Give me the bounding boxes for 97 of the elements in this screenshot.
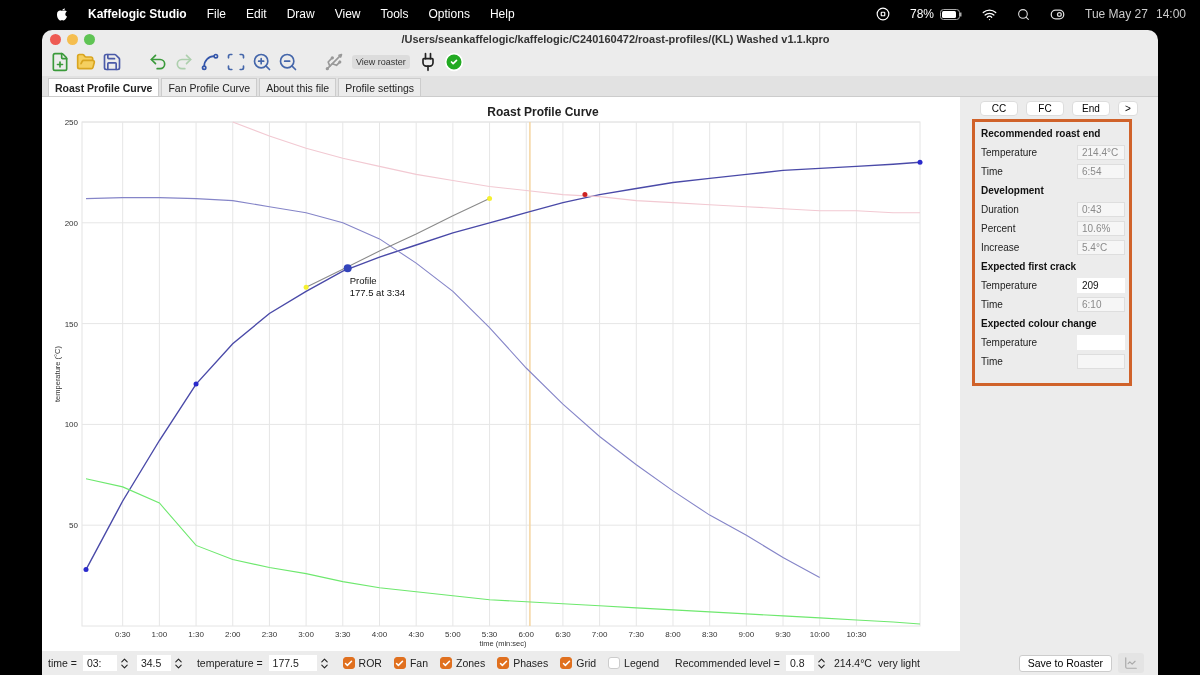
checkbox[interactable] (497, 657, 510, 669)
x-tick-label: 8:30 (701, 630, 718, 639)
checkbox[interactable] (393, 657, 406, 669)
x-tick-label: 7:30 (628, 630, 645, 639)
x-tick-label: 9:00 (738, 630, 755, 639)
section-heading: Recommended roast end (981, 127, 1102, 141)
menu-item[interactable]: Edit (246, 7, 267, 21)
menu-item[interactable]: Help (489, 7, 515, 21)
x-tick-label: 6:00 (518, 630, 534, 639)
x-tick-label: 3:30 (335, 630, 351, 639)
checkbox-label[interactable]: Grid (576, 657, 597, 669)
x-tick-label: 4:00 (371, 630, 388, 639)
save-to-roaster-button[interactable]: Save to Roaster (1018, 654, 1112, 672)
x-tick-label: 5:00 (445, 630, 461, 639)
temperature-field[interactable]: 177.5 (268, 655, 317, 671)
field-label: Duration (981, 204, 1019, 215)
value-field[interactable]: 209 (1077, 278, 1125, 293)
x-tick-label: 5:30 (481, 630, 498, 639)
chart-cursor-icon (1124, 656, 1138, 670)
x-tick-label: 8:00 (665, 630, 681, 639)
zoom-button[interactable] (84, 33, 95, 45)
close-button[interactable] (50, 33, 61, 45)
checkbox[interactable] (608, 657, 621, 669)
wifi-icon[interactable] (982, 6, 998, 22)
x-tick-label: 1:00 (151, 630, 168, 639)
checkbox-label[interactable]: Phases (513, 657, 549, 669)
tooltip-text: Profile (349, 275, 377, 287)
field-label: Temperature (981, 337, 1038, 348)
x-tick-label: 7:00 (591, 630, 608, 639)
checkbox-label[interactable]: Zones (456, 657, 486, 669)
marker-button[interactable]: > (1118, 101, 1138, 116)
field-label: Temperature (981, 280, 1038, 291)
checkbox-label[interactable]: Fan (409, 657, 428, 669)
menu-item[interactable]: Options (428, 7, 470, 21)
control-center-icon[interactable] (1050, 6, 1066, 22)
x-tick-label: 2:30 (261, 630, 278, 639)
x-tick-label: 9:30 (775, 630, 791, 639)
field-label: Increase (981, 242, 1020, 253)
stop-icon[interactable] (876, 7, 890, 21)
y-tick-label: 100 (64, 420, 78, 430)
x-tick-label: 10:30 (846, 630, 867, 639)
field-label: Time (981, 299, 1003, 310)
x-tick-label: 1:30 (188, 630, 204, 639)
minutes-field[interactable]: 03: (82, 655, 117, 671)
y-tick-label: 200 (64, 218, 78, 228)
menubar-clock: 14:00 (1155, 7, 1186, 21)
menubar-date: Tue May 27 (1085, 7, 1148, 21)
roast-colour: very light (877, 657, 920, 669)
menu-item[interactable]: File (206, 7, 226, 21)
section-heading: Development (981, 184, 1045, 198)
menu-item[interactable]: Draw (286, 7, 315, 21)
chart-cursor-button[interactable] (1118, 653, 1144, 673)
marker-button[interactable]: FC (1026, 101, 1064, 116)
section-heading: Expected colour change (981, 317, 1098, 331)
x-tick-label: 10:00 (809, 630, 830, 639)
tab[interactable]: Profile settings (338, 78, 422, 96)
field-label: Percent (981, 223, 1016, 234)
menu-item[interactable]: View (334, 7, 361, 21)
y-tick-label: 50 (69, 521, 78, 531)
marker-button[interactable]: CC (980, 101, 1018, 116)
value-field[interactable] (1077, 354, 1125, 369)
checkbox[interactable] (342, 657, 355, 669)
tab[interactable]: About this file (259, 78, 337, 96)
x-tick-label: 4:30 (408, 630, 424, 639)
x-tick-label: 2:00 (224, 630, 241, 639)
field-label: Time (981, 166, 1003, 177)
time-label: time = (48, 657, 77, 669)
level-temperature: 214.4°C (833, 657, 872, 669)
field-label: Temperature (981, 147, 1038, 158)
app-name[interactable]: Kaffelogic Studio (88, 7, 187, 21)
checkbox[interactable] (560, 657, 573, 669)
field-label: Time (981, 356, 1003, 367)
tab[interactable]: Fan Profile Curve (161, 78, 258, 96)
window-title: /Users/seankaffelogic/kaffelogic/C240160472/roast-profiles/(KL) Washed v1.1.kpro (400, 33, 831, 45)
checkbox[interactable] (440, 657, 452, 669)
battery-percent: 78% (910, 7, 935, 21)
search-icon[interactable] (1017, 7, 1031, 21)
seconds-field[interactable]: 34.5 (136, 655, 171, 671)
marker-button[interactable]: End (1072, 101, 1110, 116)
tab[interactable]: Roast Profile Curve (48, 78, 160, 96)
level-field[interactable]: 0.8 (785, 655, 814, 671)
checkbox-label[interactable]: Legend (624, 657, 660, 669)
battery-icon[interactable] (940, 8, 963, 20)
level-label: Recommended level = (675, 657, 780, 669)
checkbox-label[interactable]: ROR (358, 657, 382, 669)
temperature-label: temperature = (196, 657, 263, 669)
chart-title: Roast Profile Curve (487, 105, 599, 119)
tooltip-text: 177.5 at 3:34 (349, 287, 406, 299)
y-tick-label: 250 (64, 118, 78, 127)
x-tick-label: 0:30 (114, 630, 131, 639)
menu-item[interactable]: Tools (380, 7, 409, 21)
view-roaster-button[interactable]: View roaster (352, 55, 410, 69)
apple-logo-icon[interactable] (56, 7, 68, 21)
x-tick-label: 6:30 (555, 630, 571, 639)
section-heading: Expected first crack (981, 260, 1078, 274)
x-tick-label: 3:00 (298, 630, 314, 639)
y-tick-label: 150 (64, 319, 78, 329)
